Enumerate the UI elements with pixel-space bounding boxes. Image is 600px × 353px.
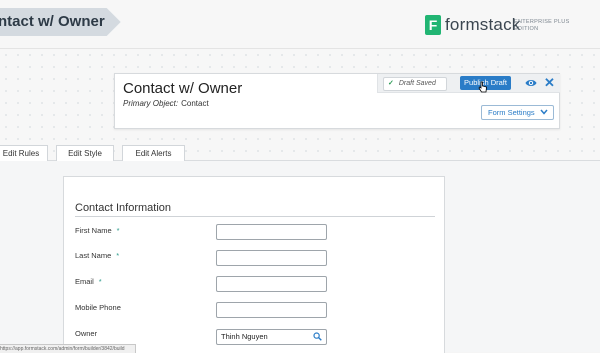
email-input[interactable] <box>216 276 327 292</box>
formstack-logo[interactable]: F formstack <box>425 14 520 36</box>
field-label-text: First Name <box>75 226 112 235</box>
check-icon: ✓ <box>388 80 394 87</box>
field-label-mobile-phone: Mobile Phone <box>75 303 126 312</box>
field-label-owner: Owner <box>75 329 102 338</box>
tab-edit-style[interactable]: Edit Style <box>56 145 114 161</box>
required-marker: * <box>98 277 102 286</box>
owner-lookup-input[interactable]: Thinh Nguyen <box>216 329 327 345</box>
required-marker: * <box>116 251 120 260</box>
required-marker: * <box>116 226 120 235</box>
field-label-email: Email * <box>75 277 102 286</box>
primary-object-label: Primary Object: <box>123 99 179 108</box>
tab-edit-alerts[interactable]: Edit Alerts <box>122 145 185 161</box>
mobile-phone-input[interactable] <box>216 302 327 318</box>
formstack-logo-name: formstack <box>445 15 521 34</box>
tab-edit-rules[interactable]: Edit Rules <box>0 145 48 161</box>
primary-object-value: Contact <box>181 99 209 108</box>
form-header-card: Contact w/ Owner Primary Object: Contact … <box>114 73 560 129</box>
pointer-cursor-icon <box>478 81 487 93</box>
form-title[interactable]: Contact w/ Owner <box>123 80 242 97</box>
draft-saved-label: Draft Saved <box>398 80 436 87</box>
field-label-text: Email <box>75 277 94 286</box>
edition-line-2: EDITION <box>514 26 539 32</box>
form-settings-label: Form Settings <box>488 108 535 117</box>
first-name-input[interactable] <box>216 224 327 240</box>
close-icon[interactable]: ✕ <box>544 75 555 91</box>
form-settings-dropdown[interactable]: Form Settings <box>481 105 554 120</box>
field-value: Thinh Nguyen <box>221 332 268 341</box>
chevron-down-icon <box>540 109 548 115</box>
field-label-text: Mobile Phone <box>75 303 121 312</box>
breadcrumb[interactable]: ntact w/ Owner <box>0 8 121 36</box>
field-label-text: Owner <box>75 329 98 338</box>
section-divider <box>75 216 435 217</box>
form-preview: Contact Information First Name * Last Nam… <box>63 176 445 353</box>
field-label-last-name: Last Name * <box>75 251 119 260</box>
search-icon[interactable] <box>313 332 322 341</box>
edition-line-1: ENTERPRISE PLUS <box>514 19 570 25</box>
field-label-first-name: First Name * <box>75 226 120 235</box>
breadcrumb-label: ntact w/ Owner <box>0 13 105 30</box>
eye-icon[interactable] <box>525 78 537 88</box>
last-name-input[interactable] <box>216 250 327 266</box>
primary-object: Primary Object: Contact <box>123 99 209 108</box>
field-label-text: Last Name <box>75 251 112 260</box>
top-header: ntact w/ Owner F formstack ENTERPRISE PL… <box>0 0 600 49</box>
draft-saved-badge: ✓ Draft Saved <box>383 77 447 91</box>
section-title[interactable]: Contact Information <box>75 202 171 214</box>
formstack-logo-mark: F <box>425 15 441 35</box>
edition-label: ENTERPRISE PLUS EDITION <box>514 19 584 33</box>
